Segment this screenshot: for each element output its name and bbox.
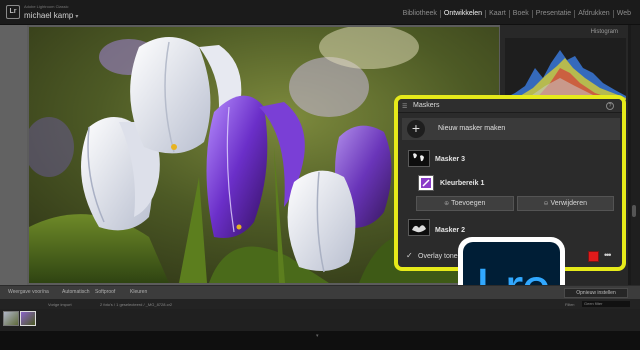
user-name[interactable]: michael kamp ▾: [24, 11, 78, 20]
app-subtitle: Adobe Lightroom Classic: [24, 4, 69, 9]
view-mode-label[interactable]: Weergave voor/na: [8, 289, 49, 295]
histogram-graph: [505, 38, 626, 100]
remove-button[interactable]: ⊖ Verwijderen: [516, 196, 614, 211]
color-range-icon: [418, 175, 434, 191]
filmstrip: [0, 309, 640, 331]
mask-name: Masker 3: [435, 156, 465, 163]
overlay-color-swatch[interactable]: [588, 251, 599, 262]
collapse-filmstrip-icon[interactable]: ▾: [316, 333, 319, 339]
bottom-toolbar: Weergave voor/na Automatisch Softproof K…: [0, 285, 640, 299]
add-button-label: Toevoegen: [451, 200, 486, 207]
add-button[interactable]: ⊕ Toevoegen: [416, 196, 514, 211]
menu-icon[interactable]: ☰: [402, 103, 407, 110]
mask-item-3[interactable]: Masker 3: [402, 148, 620, 170]
chevron-down-icon: ▾: [75, 14, 79, 20]
masks-panel-title: Maskers: [413, 102, 440, 109]
user-name-label: michael kamp: [24, 11, 74, 20]
source-label[interactable]: Vorige import: [48, 302, 72, 307]
checkmark-icon[interactable]: ✓: [406, 251, 413, 260]
module-picker: Bibliotheek Ontwikkelen Kaart Boek Prese…: [400, 10, 634, 18]
reset-button[interactable]: Opnieuw instellen: [564, 288, 628, 298]
mask-thumbnail: [408, 150, 430, 167]
new-mask-label: Nieuw masker maken: [438, 125, 506, 132]
top-bar: Lr Adobe Lightroom Classic michael kamp ▾…: [0, 0, 640, 25]
histogram[interactable]: [505, 38, 626, 100]
scrollbar-thumb[interactable]: [632, 205, 636, 217]
softproof-toggle[interactable]: Softproof: [95, 289, 115, 295]
module-print[interactable]: Afdrukken: [575, 10, 614, 18]
mask-name: Masker 2: [435, 227, 465, 234]
overlay-label: Overlay tonen: [418, 253, 462, 260]
color-toggle[interactable]: Kleuren: [130, 289, 147, 295]
bottom-band: [0, 331, 640, 350]
component-name: Kleurbereik 1: [440, 180, 485, 187]
lrc-logo-icon: Lr: [6, 5, 20, 19]
module-map[interactable]: Kaart: [486, 10, 510, 18]
film-thumbnail[interactable]: [3, 311, 19, 326]
film-thumbnail[interactable]: [20, 311, 36, 326]
module-slideshow[interactable]: Presentatie: [533, 10, 576, 18]
more-options-icon[interactable]: •••: [604, 250, 612, 260]
module-library[interactable]: Bibliotheek: [400, 10, 441, 18]
add-icon: ⊕: [444, 201, 450, 207]
filter-label: Filter:: [565, 302, 575, 307]
module-develop[interactable]: Ontwikkelen: [441, 10, 487, 18]
drag-handle[interactable]: [503, 96, 519, 98]
auto-button[interactable]: Automatisch: [62, 289, 90, 295]
histogram-title[interactable]: Histogram: [591, 29, 618, 35]
module-book[interactable]: Boek: [510, 10, 533, 18]
masks-panel-header[interactable]: ☰ Maskers ?: [398, 99, 622, 113]
right-panel-scrollbar[interactable]: [631, 25, 640, 285]
left-panel-collapsed[interactable]: [0, 25, 27, 285]
filmstrip-bar: Vorige import 2 foto's / 1 geselecteerd …: [0, 299, 640, 309]
mask-thumbnail: [408, 219, 430, 236]
new-mask-button[interactable]: + Nieuw masker maken: [402, 118, 620, 140]
remove-icon: ⊖: [543, 201, 549, 207]
mask-item-2[interactable]: Masker 2: [402, 217, 620, 239]
plus-icon: +: [407, 120, 425, 138]
selection-info: 2 foto's / 1 geselecteerd / _MG_8728.cr2: [100, 302, 173, 307]
filter-dropdown[interactable]: Geen filter: [582, 301, 630, 307]
module-web[interactable]: Web: [614, 10, 634, 18]
remove-button-label: Verwijderen: [550, 200, 588, 207]
mask-component-color-range[interactable]: Kleurbereik 1: [402, 174, 620, 194]
mask-action-buttons: ⊕ Toevoegen ⊖ Verwijderen: [416, 196, 614, 211]
help-icon[interactable]: ?: [606, 102, 614, 110]
